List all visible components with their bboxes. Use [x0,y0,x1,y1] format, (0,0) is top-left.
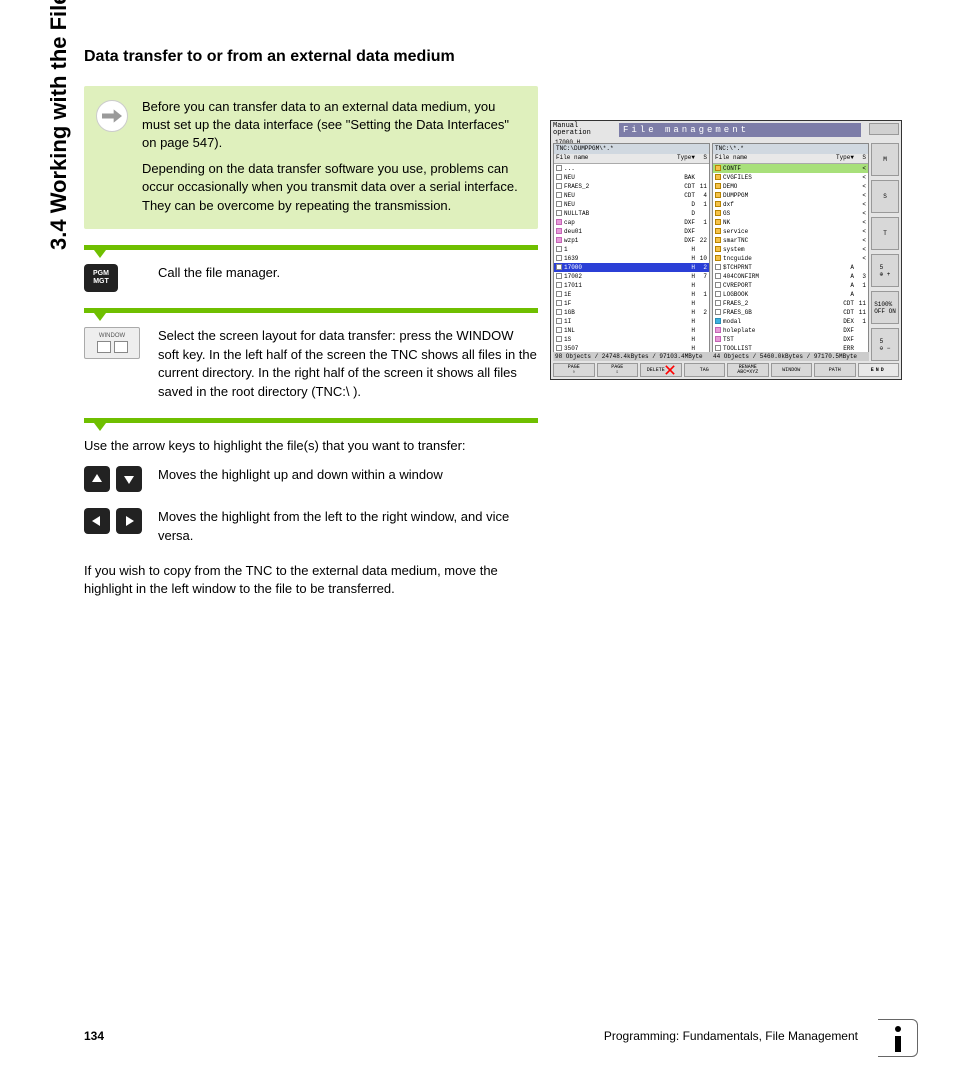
footer-page-number: 134 [84,1029,104,1043]
fig-softkey: PATH [814,363,856,377]
fig-right-file-row: FRAES_2CDT11 [713,299,868,308]
fig-mode-label: Manual operation [553,123,591,137]
fig-right-file-row: NK< [713,218,868,227]
fig-left-file-row: deu01DXF [554,227,709,236]
fig-left-file-row: 1FH [554,299,709,308]
step-leftright: Moves the highlight from the left to the… [158,508,538,546]
fig-left-pane: TNC:\DUMPPGM\*.* File nameType▼S ...NEUB… [553,143,710,361]
fig-right-button: S [871,180,899,213]
fig-softkey: DELETE [640,363,682,377]
fig-title: File management [619,123,861,137]
fig-right-file-row: TSTDXF [713,335,868,344]
separator [84,418,538,423]
arrow-intro-paragraph: Use the arrow keys to highlight the file… [84,437,538,456]
fig-right-header: File nameType▼S [713,154,868,164]
fig-mini-preview [869,123,899,135]
step-call-file-manager: Call the file manager. [158,264,280,283]
fig-right-path: TNC:\*.* [713,144,868,154]
fig-right-file-row: 404CONFIRMA3 [713,272,868,281]
fig-right-file-row: system< [713,245,868,254]
page-heading: Data transfer to or from an external dat… [84,46,538,68]
info-icon [878,1019,918,1057]
fig-softkey: RENAME ABC=XYZ [727,363,769,377]
fig-left-file-row: NEUCDT4 [554,191,709,200]
window-softkey-icon: WINDOW [84,327,140,359]
fig-right-file-row: tncguide< [713,254,868,263]
fig-left-file-row: 1639H10 [554,254,709,263]
fig-left-file-row: wzp1DXF22 [554,236,709,245]
fig-right-button: 5 ⊖ − [871,328,899,361]
fig-right-file-row: $TCHPRNTA [713,263,868,272]
fig-left-file-row: 17000H2 [554,263,709,272]
fig-left-file-row: 1IH [554,317,709,326]
fig-right-file-row: CVREPORTA1 [713,281,868,290]
section-side-title: 3.4 Working with the File Manager [46,0,72,250]
fig-left-path: TNC:\DUMPPGM\*.* [554,144,709,154]
fig-left-file-row: 1H [554,245,709,254]
fig-left-file-row: 17011H [554,281,709,290]
fig-right-file-row: dxf< [713,200,868,209]
step-window-description: Select the screen layout for data transf… [158,327,538,402]
note-paragraph-2: Depending on the data transfer software … [142,160,522,215]
fig-left-file-row: ... [554,164,709,173]
fig-right-file-row: LOGBOOKA [713,290,868,299]
fig-right-button: M [871,143,899,176]
fig-softkey: WINDOW [771,363,813,377]
fig-left-file-row: 1GBH2 [554,308,709,317]
arrow-left-key-icon [84,508,110,534]
fig-right-file-row: DEMO< [713,182,868,191]
fig-softkey: PAGE ⇧ [553,363,595,377]
fig-left-file-row: capDXF1 [554,218,709,227]
fig-softkey: END [858,363,900,377]
footer-chapter: Programming: Fundamentals, File Manageme… [604,1029,858,1043]
fig-status-row: 98 Objects / 24748.4kBytes / 97103.4MByt… [553,352,869,361]
fig-right-file-row: CONTF< [713,164,868,173]
file-manager-screenshot: Manual operation File management 17000.H… [550,120,902,380]
fig-right-button: 5 ⊕ + [871,254,899,287]
fig-right-file-row: FRAES_GBCDT11 [713,308,868,317]
fig-right-file-row: holeplateDXF [713,326,868,335]
fig-softkey: PAGE ⇩ [597,363,639,377]
fig-right-button: S100% OFF ON [871,291,899,324]
note-paragraph-1: Before you can transfer data to an exter… [142,98,522,153]
separator [84,308,538,313]
step-updown: Moves the highlight up and down within a… [158,466,443,485]
fig-left-header: File nameType▼S [554,154,709,164]
fig-left-file-row: 1SH [554,335,709,344]
fig-left-file-row: NEUBAK [554,173,709,182]
fig-left-file-row: FRAES_2CDT11 [554,182,709,191]
fig-right-file-row: smarTNC< [713,236,868,245]
fig-right-file-row: DUMPPGM< [713,191,868,200]
window-softkey-label: WINDOW [99,333,125,339]
fig-softkey: TAG [684,363,726,377]
pgm-mgt-key-icon: PGM MGT [84,264,118,292]
fig-right-pane: TNC:\*.* File nameType▼S CONTF<CVGFILES<… [712,143,869,361]
note-box: Before you can transfer data to an exter… [84,86,538,229]
separator [84,245,538,250]
fig-left-file-row: 17002H7 [554,272,709,281]
fig-left-file-row: 1NLH [554,326,709,335]
fig-left-file-row: NULLTABD [554,209,709,218]
fig-right-file-row: GS< [713,209,868,218]
fig-right-file-row: service< [713,227,868,236]
arrow-up-key-icon [84,466,110,492]
arrow-down-key-icon [116,466,142,492]
fig-left-file-row: 1EH1 [554,290,709,299]
fig-right-file-row: CVGFILES< [713,173,868,182]
end-paragraph: If you wish to copy from the TNC to the … [84,562,538,600]
arrow-right-icon [96,100,128,132]
fig-right-file-row: modalDEX1 [713,317,868,326]
fig-right-button: T [871,217,899,250]
arrow-right-key-icon [116,508,142,534]
fig-left-file-row: NEUD1 [554,200,709,209]
